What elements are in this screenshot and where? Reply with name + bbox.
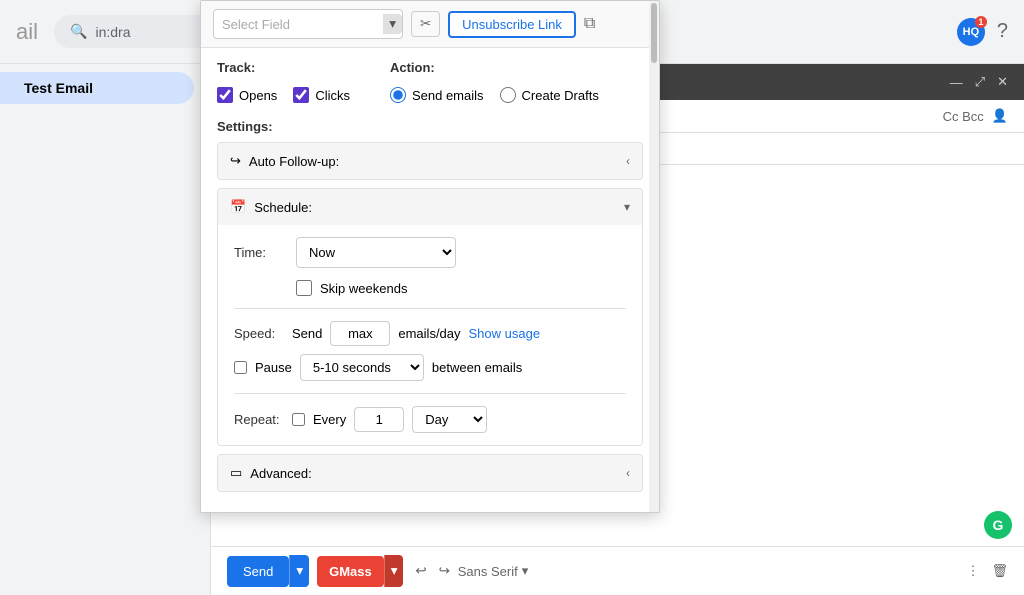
speed-label: Speed: <box>234 326 284 341</box>
speed-input[interactable] <box>330 321 390 346</box>
opens-checkbox-label[interactable]: Opens <box>217 87 277 103</box>
clicks-label: Clicks <box>315 88 350 103</box>
advanced-header-left: ▭ Advanced: <box>230 465 312 481</box>
action-label: Action: <box>390 60 599 75</box>
advanced-arrow: ‹ <box>626 466 630 480</box>
sidebar-item-label: Test Email <box>24 80 93 96</box>
search-icon: 🔍 <box>70 23 87 40</box>
skip-weekends-checkbox[interactable] <box>296 280 312 296</box>
track-action-row: Track: Opens Clicks Action: <box>217 60 643 103</box>
clicks-checkbox[interactable] <box>293 87 309 103</box>
repeat-number-input[interactable] <box>354 407 404 432</box>
time-select[interactable]: Now Specific Time <box>296 237 456 268</box>
auto-followup-label: Auto Follow-up: <box>249 154 339 169</box>
action-section: Action: Send emails Create Drafts <box>390 60 599 103</box>
track-section: Track: Opens Clicks <box>217 60 350 103</box>
divider-1 <box>234 308 626 309</box>
schedule-label: Schedule: <box>254 200 312 215</box>
repeat-unit-select[interactable]: Day Week Month <box>412 406 487 433</box>
show-usage-link[interactable]: Show usage <box>469 326 541 341</box>
pause-row: Pause 5-10 seconds 10-20 seconds 30-60 s… <box>234 354 626 381</box>
action-radio-group: Send emails Create Drafts <box>390 87 599 103</box>
advanced-header[interactable]: ▭ Advanced: ‹ <box>218 455 642 491</box>
opens-checkbox[interactable] <box>217 87 233 103</box>
unsubscribe-link-button[interactable]: Unsubscribe Link <box>448 11 576 38</box>
create-drafts-radio[interactable] <box>500 87 516 103</box>
track-checkbox-group: Opens Clicks <box>217 87 350 103</box>
send-emails-radio[interactable] <box>390 87 406 103</box>
repeat-checkbox[interactable] <box>292 413 305 426</box>
create-drafts-label[interactable]: Create Drafts <box>500 87 599 103</box>
modal-toolbar: Select Field ▾ ✂ Unsubscribe Link ⧉ <box>201 1 659 48</box>
emails-per-day-label: emails/day <box>398 326 460 341</box>
schedule-icon: 📅 <box>230 199 246 215</box>
auto-followup-header-left: ↪ Auto Follow-up: <box>230 153 339 169</box>
schedule-section: 📅 Schedule: ▾ Time: Now Specific Time <box>217 188 643 446</box>
schedule-header-left: 📅 Schedule: <box>230 199 312 215</box>
advanced-label: Advanced: <box>250 466 311 481</box>
clicks-checkbox-label[interactable]: Clicks <box>293 87 350 103</box>
sidebar: Test Email <box>0 64 210 595</box>
auto-followup-icon: ↪ <box>230 153 241 169</box>
modal-overlay: Select Field ▾ ✂ Unsubscribe Link ⧉ Trac… <box>200 0 1024 595</box>
send-emails-label[interactable]: Send emails <box>390 87 484 103</box>
search-text: in:dra <box>95 24 130 40</box>
advanced-icon: ▭ <box>230 465 242 481</box>
modal-scrollbar-thumb <box>651 3 657 63</box>
pause-label: Pause <box>255 360 292 375</box>
time-label: Time: <box>234 245 284 260</box>
auto-followup-arrow: ‹ <box>626 154 630 168</box>
skip-weekends-label: Skip weekends <box>320 281 407 296</box>
auto-followup-header[interactable]: ↪ Auto Follow-up: ‹ <box>218 143 642 179</box>
select-field-text: Select Field <box>222 17 383 32</box>
settings-label: Settings: <box>217 119 643 134</box>
gmass-modal: Select Field ▾ ✂ Unsubscribe Link ⧉ Trac… <box>200 0 660 513</box>
sidebar-item-test-email[interactable]: Test Email <box>0 72 194 104</box>
divider-2 <box>234 393 626 394</box>
select-field-dropdown[interactable]: Select Field ▾ <box>213 9 403 39</box>
select-field-arrow[interactable]: ▾ <box>383 14 402 34</box>
schedule-body: Time: Now Specific Time Skip weekends <box>218 225 642 445</box>
track-label: Track: <box>217 60 350 75</box>
copy-button[interactable]: ⧉ <box>584 15 595 33</box>
skip-weekends-row: Skip weekends <box>234 280 626 296</box>
time-row: Time: Now Specific Time <box>234 237 626 268</box>
advanced-section: ▭ Advanced: ‹ <box>217 454 643 492</box>
modal-content: Track: Opens Clicks Action: <box>201 48 659 512</box>
between-emails-label: between emails <box>432 360 522 375</box>
repeat-label: Repeat: <box>234 412 284 427</box>
schedule-header[interactable]: 📅 Schedule: ▾ <box>218 189 642 225</box>
pause-select[interactable]: 5-10 seconds 10-20 seconds 30-60 seconds <box>300 354 424 381</box>
pause-checkbox[interactable] <box>234 361 247 374</box>
repeat-row: Repeat: Every Day Week Month <box>234 406 626 433</box>
repeat-every-label: Every <box>313 412 346 427</box>
gmail-logo: ail <box>16 19 38 45</box>
speed-row: Speed: Send emails/day Show usage <box>234 321 626 346</box>
scissors-button[interactable]: ✂ <box>411 11 440 37</box>
speed-send-text: Send <box>292 326 322 341</box>
opens-label: Opens <box>239 88 277 103</box>
schedule-arrow: ▾ <box>624 200 630 214</box>
modal-scrollbar[interactable] <box>649 1 659 512</box>
auto-followup-section: ↪ Auto Follow-up: ‹ <box>217 142 643 180</box>
create-drafts-text: Create Drafts <box>522 88 599 103</box>
send-emails-text: Send emails <box>412 88 484 103</box>
